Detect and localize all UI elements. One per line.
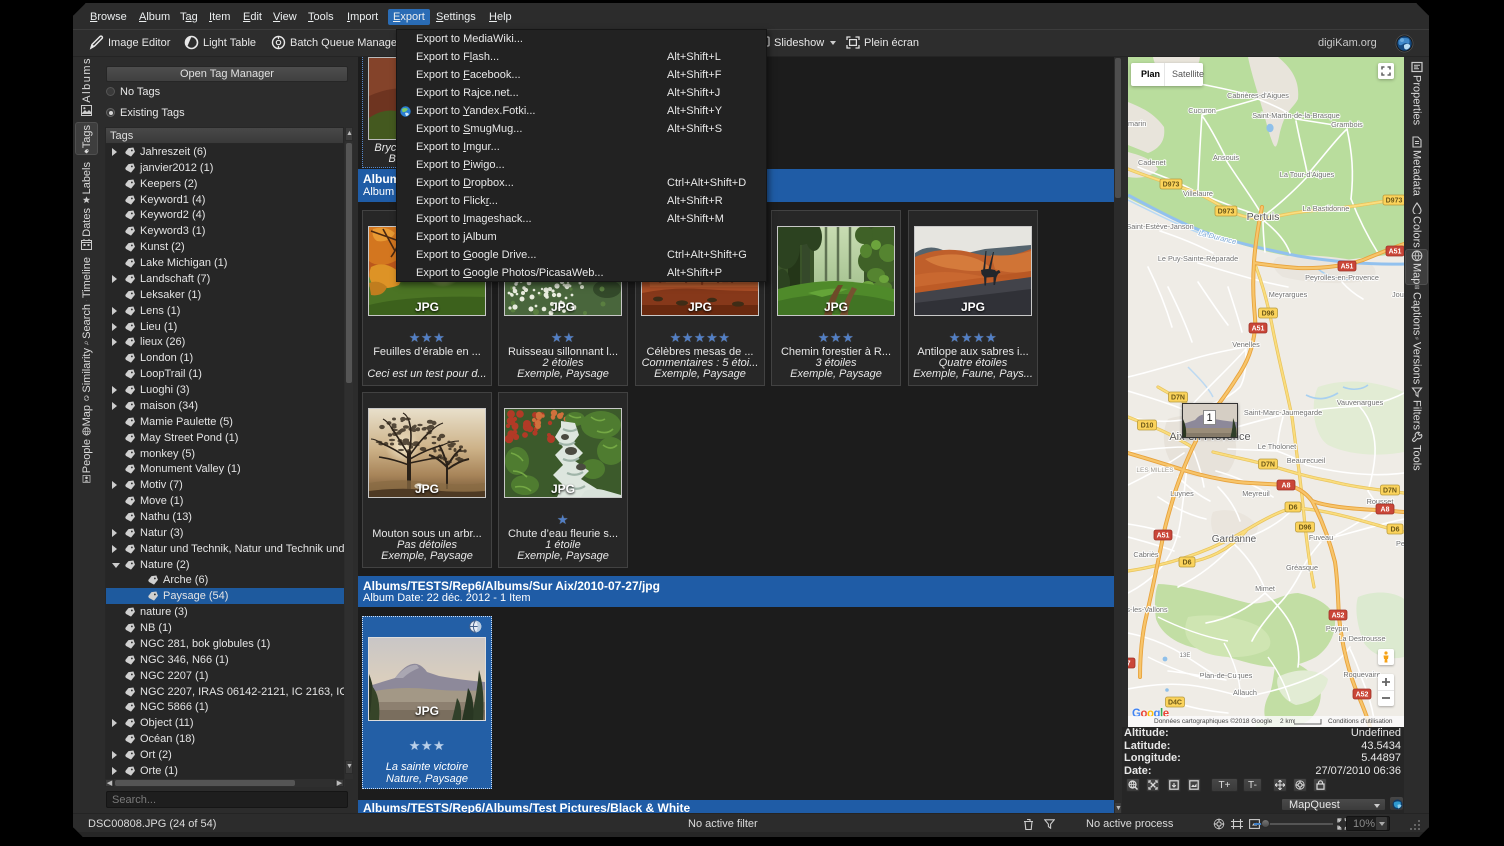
- svg-text:La Destrousse: La Destrousse: [1338, 634, 1385, 643]
- svg-text:Luynes: Luynes: [1170, 489, 1194, 498]
- svg-text:A52: A52: [1356, 692, 1369, 699]
- svg-text:Peypin: Peypin: [1326, 624, 1348, 633]
- svg-text:Meyreuil: Meyreuil: [1242, 489, 1270, 498]
- svg-text:Peyrolles-en-Provence: Peyrolles-en-Provence: [1305, 273, 1379, 282]
- svg-text:LES MILLES: LES MILLES: [1136, 467, 1174, 474]
- svg-text:A8: A8: [1381, 507, 1390, 514]
- svg-text:La Bastidonne: La Bastidonne: [1303, 204, 1350, 213]
- svg-text:Cabriès: Cabriès: [1133, 550, 1158, 559]
- svg-text:D10: D10: [1141, 423, 1154, 430]
- svg-text:A52: A52: [1332, 613, 1345, 620]
- svg-text:A8: A8: [1282, 483, 1291, 490]
- svg-text:Villelaure: Villelaure: [1183, 189, 1213, 198]
- svg-text:D973: D973: [1386, 198, 1403, 205]
- svg-text:A7: A7: [1128, 661, 1131, 668]
- svg-text:Venelles: Venelles: [1232, 340, 1260, 349]
- svg-text:A51: A51: [1252, 326, 1265, 333]
- svg-text:Ansouis: Ansouis: [1213, 153, 1239, 162]
- svg-text:Roquevaire: Roquevaire: [1343, 670, 1380, 679]
- svg-text:Allauch: Allauch: [1233, 688, 1257, 697]
- svg-text:Gardanne: Gardanne: [1212, 534, 1257, 545]
- svg-text:D6: D6: [1289, 505, 1298, 512]
- svg-text:A51: A51: [1341, 264, 1354, 271]
- svg-text:Grambois: Grambois: [1331, 120, 1363, 129]
- svg-text:s-les-Vallons: s-les-Vallons: [1128, 605, 1168, 614]
- svg-text:D7N: D7N: [1171, 395, 1185, 402]
- svg-text:Fuveau: Fuveau: [1309, 533, 1333, 542]
- svg-text:D96: D96: [1262, 311, 1275, 318]
- svg-text:D4C: D4C: [1168, 700, 1182, 707]
- svg-text:D7N: D7N: [1261, 462, 1275, 469]
- svg-text:Jouqu: Jouqu: [1392, 290, 1404, 299]
- svg-text:Cadenet: Cadenet: [1138, 158, 1166, 167]
- svg-text:Cabrières-d'Aigues: Cabrières-d'Aigues: [1227, 91, 1289, 100]
- svg-text:D6: D6: [1183, 560, 1192, 567]
- svg-text:Vauvenargues: Vauvenargues: [1337, 398, 1384, 407]
- svg-text:A51: A51: [1157, 533, 1170, 540]
- svg-text:D973: D973: [1163, 182, 1180, 189]
- svg-text:Le Tholonet: Le Tholonet: [1258, 442, 1296, 451]
- svg-text:Cucuron: Cucuron: [1188, 106, 1216, 115]
- svg-text:D6: D6: [1391, 527, 1400, 534]
- svg-text:Mimet: Mimet: [1255, 584, 1275, 593]
- svg-text:D96: D96: [1299, 525, 1312, 532]
- svg-text:marin: marin: [1128, 119, 1146, 128]
- svg-text:Pertuis: Pertuis: [1247, 211, 1280, 223]
- svg-text:Peyn: Peyn: [1396, 539, 1404, 548]
- svg-text:A51: A51: [1389, 249, 1402, 256]
- svg-text:13E: 13E: [1180, 653, 1191, 659]
- svg-text:Saint-Marc-Jaumegarde: Saint-Marc-Jaumegarde: [1244, 408, 1322, 417]
- svg-text:Le Puy-Sainte-Réparade: Le Puy-Sainte-Réparade: [1158, 254, 1238, 263]
- svg-text:Beaurecueil: Beaurecueil: [1287, 456, 1326, 465]
- svg-text:Meyrargues: Meyrargues: [1269, 290, 1308, 299]
- svg-text:Gréasque: Gréasque: [1286, 563, 1318, 572]
- svg-text:Saint-Martin-de-la-Brasque: Saint-Martin-de-la-Brasque: [1252, 111, 1340, 120]
- svg-text:Saint-Estève-Janson: Saint-Estève-Janson: [1128, 222, 1194, 231]
- svg-text:D973: D973: [1218, 209, 1235, 216]
- svg-text:D7N: D7N: [1383, 488, 1397, 495]
- svg-text:La Tour-d'Aigues: La Tour-d'Aigues: [1280, 170, 1335, 179]
